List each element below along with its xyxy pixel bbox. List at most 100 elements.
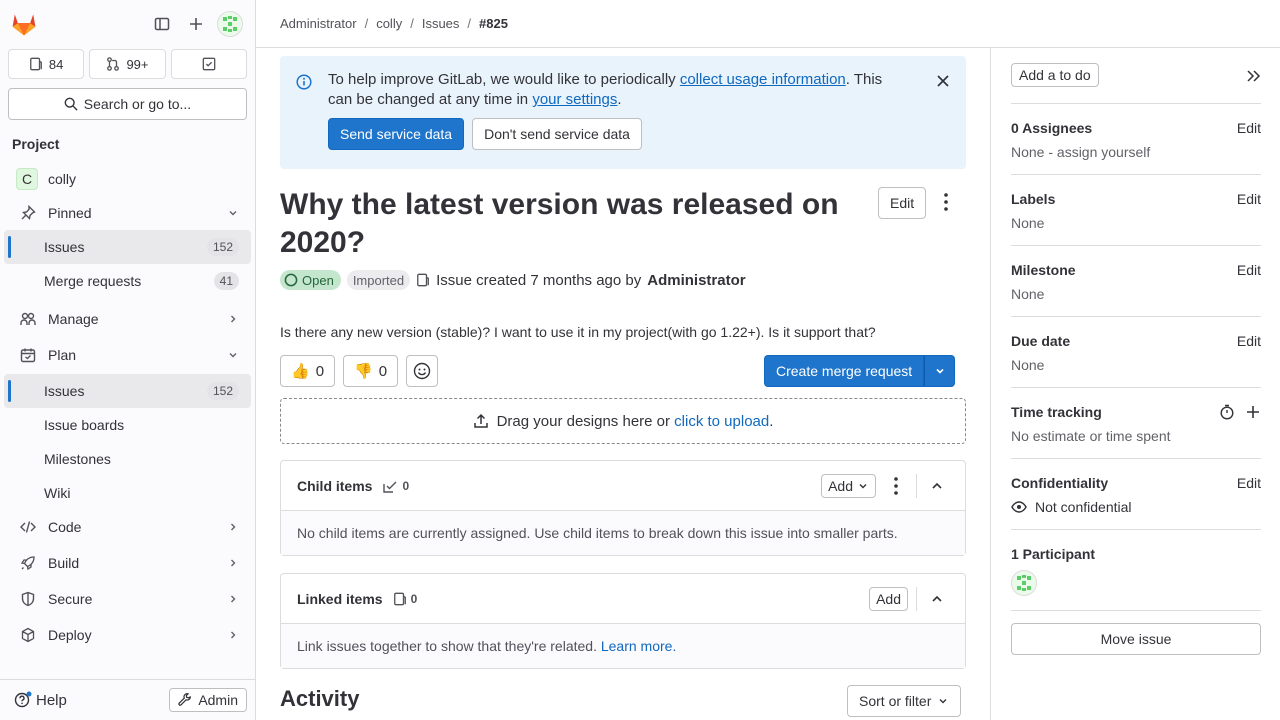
more-actions-icon[interactable] <box>884 476 908 496</box>
your-settings-link[interactable]: your settings <box>532 91 617 108</box>
sidebar-item-issue-boards[interactable]: Issue boards <box>4 408 251 442</box>
main-content: To help improve GitLab, we would like to… <box>256 48 990 720</box>
edit-due-date-button[interactable]: Edit <box>1237 333 1261 349</box>
thumbs-down-button[interactable]: 👎 0 <box>343 355 399 387</box>
thumbs-up-icon: 👍 <box>291 363 310 380</box>
collapse-sidebar-icon[interactable] <box>1245 68 1261 84</box>
assign-yourself-link[interactable]: None - assign yourself <box>1011 144 1261 160</box>
pinned-section[interactable]: Pinned <box>4 196 251 230</box>
eye-icon <box>1011 501 1027 513</box>
sidebar-item-label: Wiki <box>44 485 71 501</box>
issues-count: 84 <box>48 56 64 72</box>
created-text: Issue created 7 months ago by <box>436 271 642 289</box>
due-date-value: None <box>1011 357 1045 373</box>
add-reaction-button[interactable] <box>406 355 439 387</box>
add-linked-item-button[interactable]: Add <box>869 586 908 611</box>
sidebar-item-label: Plan <box>48 347 77 363</box>
dont-send-service-data-button[interactable]: Don't send service data <box>472 118 642 150</box>
author-link[interactable]: Administrator <box>647 272 745 289</box>
sidebar-item-plan[interactable]: Plan <box>4 338 251 372</box>
create-mr-dropdown[interactable] <box>924 355 956 387</box>
edit-assignees-button[interactable]: Edit <box>1237 120 1261 136</box>
design-upload-dropzone[interactable]: Drag your designs here or click to uploa… <box>280 398 966 444</box>
assignees-title: 0 Assignees <box>1011 120 1093 136</box>
activity-title: Activity <box>280 686 360 711</box>
search-icon <box>64 97 78 111</box>
milestone-value: None <box>1011 286 1045 302</box>
labels-block: Labels Edit None <box>1011 175 1261 246</box>
breadcrumb-item[interactable]: colly <box>376 16 402 31</box>
plus-icon[interactable] <box>1245 404 1261 420</box>
more-actions-icon[interactable] <box>938 192 954 212</box>
move-issue-button[interactable]: Move issue <box>1011 623 1261 655</box>
breadcrumb-item[interactable]: Administrator <box>280 16 357 31</box>
confidentiality-title: Confidentiality <box>1011 475 1109 491</box>
send-service-data-button[interactable]: Send service data <box>328 118 465 150</box>
gitlab-logo-icon[interactable] <box>10 10 38 38</box>
issues-icon <box>30 57 42 71</box>
sidebar-item-manage[interactable]: Manage <box>4 302 251 336</box>
sidebar-item-wiki[interactable]: Wiki <box>4 476 251 510</box>
wrench-icon <box>178 693 192 706</box>
collect-usage-link[interactable]: collect usage information <box>680 71 846 88</box>
admin-button[interactable]: Admin <box>169 688 247 712</box>
merge-requests-button[interactable]: 99+ <box>89 49 166 79</box>
create-merge-request-button[interactable]: Create merge request <box>764 355 925 387</box>
add-todo-button[interactable]: Add a to do <box>1011 63 1099 87</box>
breadcrumb-item[interactable]: Issues <box>422 16 460 31</box>
edit-milestone-button[interactable]: Edit <box>1237 262 1261 278</box>
child-item-icon <box>383 481 397 493</box>
sidebar-item-label: Build <box>48 555 80 571</box>
help-button[interactable]: Help <box>14 691 67 709</box>
sort-or-filter-dropdown[interactable]: Sort or filter <box>847 685 962 717</box>
labels-title: Labels <box>1011 191 1056 207</box>
sidebar-item-label: Milestones <box>44 451 111 467</box>
assigned-issues-button[interactable]: 84 <box>8 49 85 79</box>
sidebar-item-code[interactable]: Code <box>4 510 251 544</box>
deploy-icon <box>20 627 36 643</box>
sidebar-item-pinned-issues[interactable]: Issues 152 <box>4 230 251 264</box>
linked-items-empty: Link issues together to show that they'r… <box>281 624 965 668</box>
sidebar-item-secure[interactable]: Secure <box>4 582 251 616</box>
info-icon <box>296 74 312 90</box>
close-icon[interactable] <box>936 74 950 88</box>
milestone-block: Milestone Edit None <box>1011 246 1261 317</box>
sidebar-item-label: Issue boards <box>44 417 125 433</box>
sidebar-item-merge-requests[interactable]: Merge requests 41 <box>4 264 251 298</box>
sidebar-item-build[interactable]: Build <box>4 546 251 580</box>
project-link[interactable]: C colly <box>4 162 251 196</box>
due-date-title: Due date <box>1011 333 1071 349</box>
sidebar-item-deploy[interactable]: Deploy <box>4 618 251 652</box>
chevron-up-icon[interactable] <box>925 587 949 611</box>
stopwatch-icon[interactable] <box>1219 404 1235 420</box>
sidebar-item-plan-issues[interactable]: Issues 152 <box>4 374 251 408</box>
learn-more-link[interactable]: Learn more. <box>601 638 676 654</box>
edit-confidentiality-button[interactable]: Edit <box>1237 475 1261 491</box>
labels-value: None <box>1011 215 1045 231</box>
todos-button[interactable] <box>170 49 247 79</box>
chevron-right-icon <box>227 521 239 533</box>
child-items-card: Child items 0 Add No child items are cur… <box>280 460 966 556</box>
add-child-item-button[interactable]: Add <box>821 473 876 498</box>
edit-labels-button[interactable]: Edit <box>1237 191 1261 207</box>
chevron-up-icon[interactable] <box>925 474 949 498</box>
breadcrumb-current[interactable]: #825 <box>479 16 508 31</box>
confidentiality-block: Confidentiality Edit Not confidential <box>1011 459 1261 530</box>
click-to-upload-link[interactable]: click to upload <box>674 413 769 430</box>
create-new-icon[interactable] <box>183 10 209 38</box>
chevron-down-icon <box>936 368 944 374</box>
sidebar-item-label: Deploy <box>48 627 92 643</box>
sidebar-item-milestones[interactable]: Milestones <box>4 442 251 476</box>
user-avatar[interactable] <box>217 11 243 37</box>
sidebar-item-label: Issues <box>44 239 85 255</box>
child-items-title: Child items <box>297 477 373 494</box>
thumbs-up-button[interactable]: 👍 0 <box>280 355 336 387</box>
search-button[interactable]: Search or go to... <box>8 88 247 120</box>
project-avatar: C <box>16 168 38 190</box>
participant-avatar[interactable] <box>1011 570 1037 596</box>
toggle-sidebar-icon[interactable] <box>149 10 175 38</box>
edit-title-button[interactable]: Edit <box>878 187 927 219</box>
mr-count-badge: 41 <box>213 272 239 290</box>
issue-open-icon <box>284 273 298 287</box>
imported-badge: Imported <box>346 270 411 290</box>
